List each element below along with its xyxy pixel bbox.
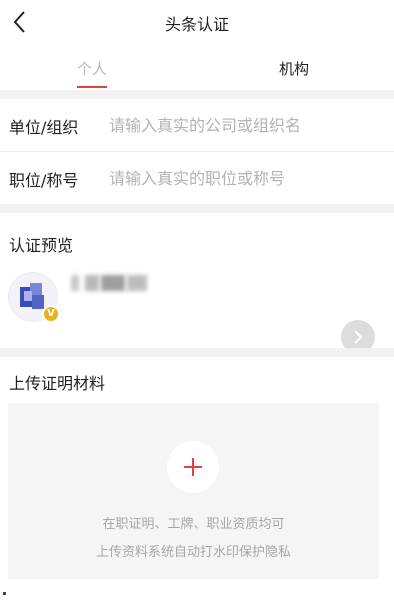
logo-icon: [20, 283, 44, 309]
blurred-name: [71, 275, 147, 291]
upload-title: 上传证明材料: [9, 374, 106, 393]
page-title: 头条认证: [164, 15, 229, 34]
stray-dot: [3, 592, 6, 595]
section-divider: [0, 90, 394, 99]
company-label: 单位/组织: [9, 118, 79, 137]
company-row: 单位/组织: [0, 99, 394, 151]
upload-hint-line1: 在职证明、工牌、职业资质均可: [102, 517, 285, 532]
position-label: 职位/称号: [9, 171, 79, 190]
add-photo-button[interactable]: [167, 441, 219, 493]
section-divider: [0, 348, 394, 357]
position-input[interactable]: [109, 165, 379, 191]
tab-bar: 个人 机构: [0, 44, 394, 90]
nav-bar: 头条认证: [0, 0, 394, 44]
chevron-right-icon: [354, 330, 363, 344]
tab-active-indicator: [77, 86, 107, 88]
position-row: 职位/称号: [0, 152, 394, 204]
section-divider: [0, 204, 394, 213]
verified-badge: V: [42, 305, 60, 323]
company-input[interactable]: [109, 112, 379, 138]
upload-area[interactable]: 在职证明、工牌、职业资质均可 上传资料系统自动打水印保护隐私: [8, 403, 379, 579]
tab-personal[interactable]: 个人: [74, 58, 110, 79]
tab-organization[interactable]: 机构: [277, 58, 311, 79]
upload-hint-line2: 上传资料系统自动打水印保护隐私: [95, 545, 291, 560]
preview-title: 认证预览: [9, 236, 74, 255]
